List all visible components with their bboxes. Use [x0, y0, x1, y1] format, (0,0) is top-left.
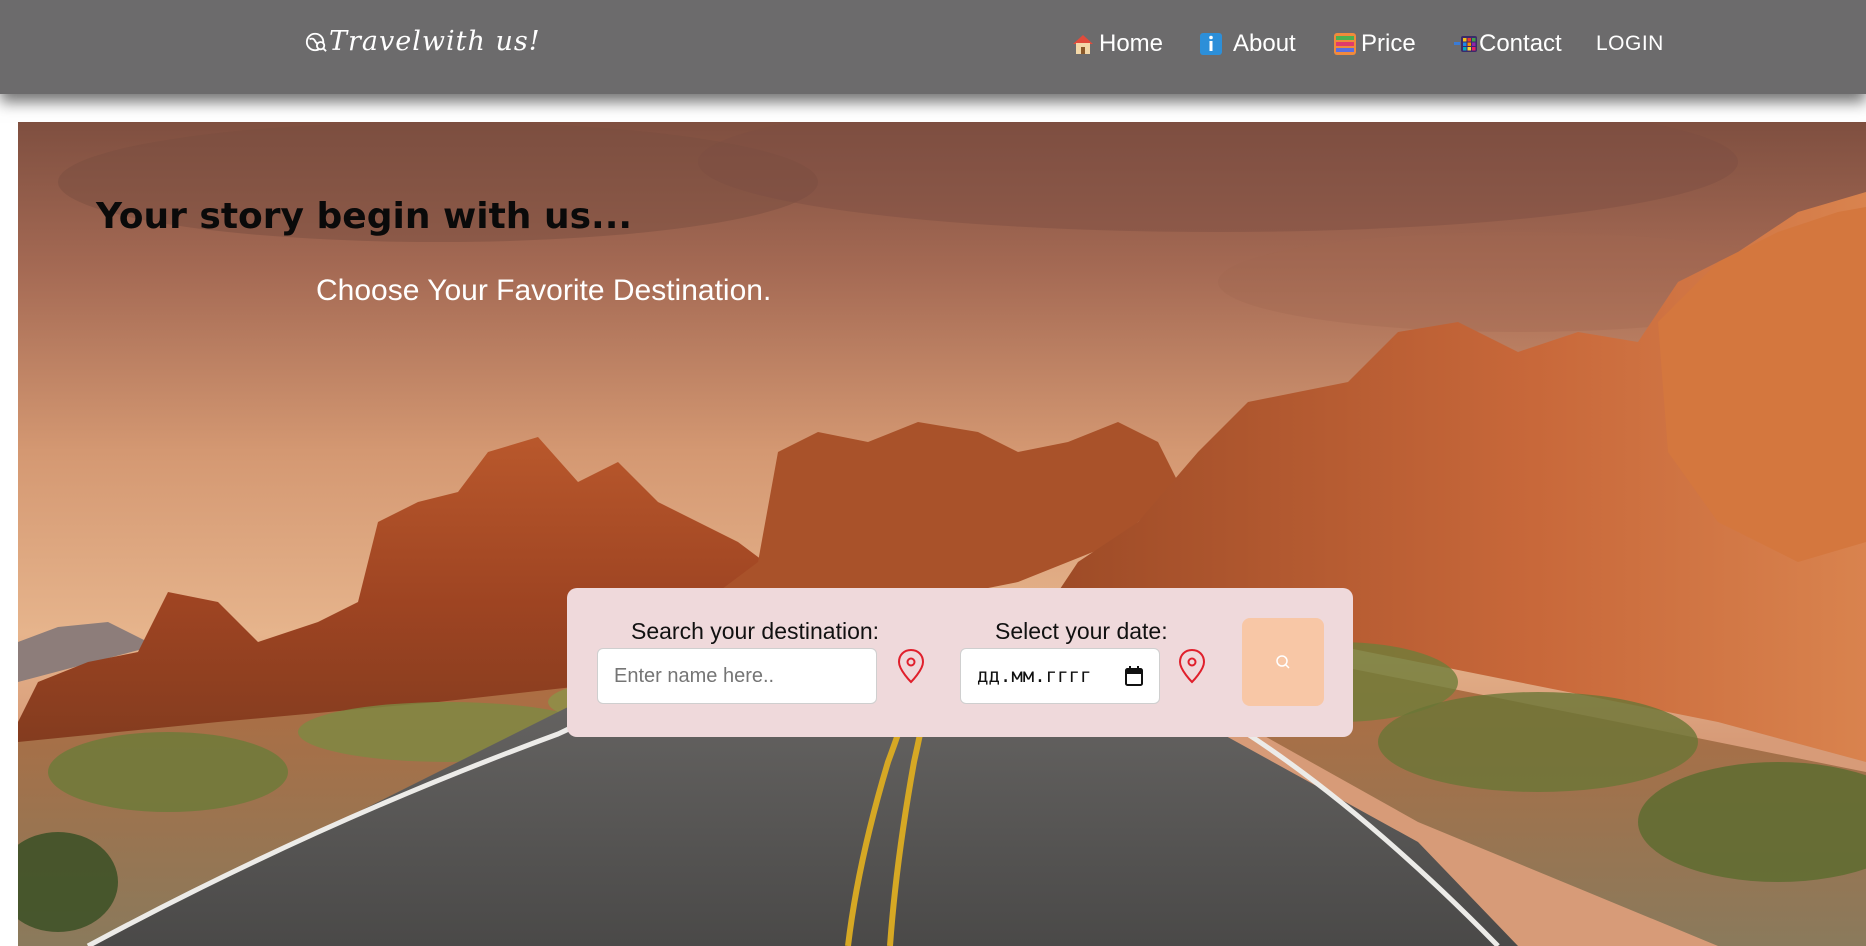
nav-price[interactable]: Price [1333, 30, 1416, 58]
location-pin-icon[interactable] [1178, 648, 1206, 684]
nav-home[interactable]: Home [1071, 30, 1163, 58]
nav-home-label: Home [1099, 30, 1164, 57]
hero-headline: Your story begin with us... [96, 196, 633, 237]
search-panel: Search your destination: Select your dat… [567, 588, 1353, 737]
date-placeholder: дд.мм.гггг [977, 665, 1092, 687]
search-button[interactable] [1242, 618, 1324, 706]
brand-logo[interactable]: Travelwith us! [305, 26, 541, 57]
top-navbar: Travelwith us! Home About Price Contact … [0, 0, 1866, 94]
info-icon [1200, 33, 1222, 55]
nav-price-label: Price [1361, 30, 1416, 57]
login-label: LOGIN [1596, 32, 1664, 55]
date-label: Select your date: [995, 618, 1168, 644]
login-button[interactable]: LOGIN [1596, 32, 1664, 56]
house-icon [1073, 35, 1093, 54]
search-icon [1276, 655, 1290, 669]
nav-contact[interactable]: Contact [1453, 30, 1562, 58]
globe-icon [305, 32, 327, 52]
desert-road-background [18, 122, 1866, 946]
nav-contact-label: Contact [1479, 30, 1562, 57]
nav-about[interactable]: About [1199, 30, 1296, 58]
brand-name: Travelwith us! [329, 26, 541, 57]
calendar-icon[interactable] [1125, 666, 1143, 686]
abacus-icon [1334, 33, 1356, 55]
destination-label: Search your destination: [631, 618, 880, 644]
nav-about-label: About [1233, 30, 1296, 57]
hero-banner: Your story begin with us... Choose Your … [18, 122, 1866, 946]
hero-subline: Choose Your Favorite Destination. [316, 274, 772, 307]
date-input[interactable]: дд.мм.гггг [960, 648, 1160, 704]
location-pin-icon[interactable] [897, 648, 925, 684]
destination-input[interactable] [597, 648, 877, 704]
grid-icon [1454, 36, 1477, 52]
